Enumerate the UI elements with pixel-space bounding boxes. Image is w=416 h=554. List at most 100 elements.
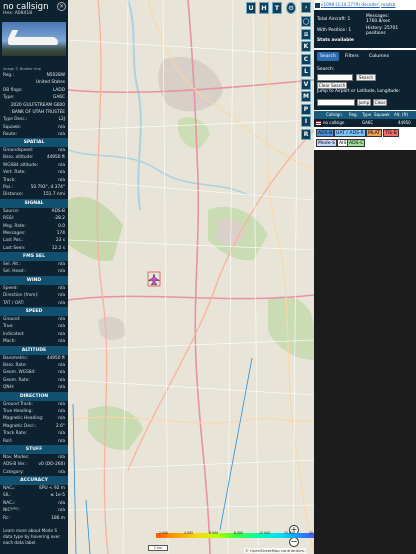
data-row: Baro. altitude: 44950 ft bbox=[0, 154, 68, 161]
data-key[interactable]: Pos.: bbox=[3, 184, 13, 191]
close-icon[interactable]: ✕ bbox=[57, 2, 66, 11]
search-button[interactable]: Search bbox=[356, 74, 376, 81]
data-key[interactable]: True Heading: bbox=[3, 408, 33, 415]
map-toggle-1[interactable]: ◯ bbox=[301, 16, 311, 27]
data-key[interactable]: Track Rate: bbox=[3, 430, 27, 437]
data-key[interactable]: Rc: bbox=[3, 515, 10, 522]
data-row: Vert. Rate: n/a bbox=[0, 169, 68, 176]
source-badge: ADS-B bbox=[316, 129, 335, 137]
data-row: Baro. Rate: n/a bbox=[0, 362, 68, 369]
data-key[interactable]: Direction (from): bbox=[3, 292, 39, 299]
learn-more-text: Learn more about Mode S data type by hov… bbox=[3, 528, 61, 545]
data-key[interactable]: RSSI: bbox=[3, 215, 14, 222]
data-key[interactable]: Ground: bbox=[3, 316, 20, 323]
data-value: n/a bbox=[58, 416, 65, 422]
col-type[interactable]: Type bbox=[362, 111, 371, 119]
version-link[interactable]: v1098 (3.14.1779) decoder: bbox=[321, 2, 380, 7]
data-key[interactable]: Distance: bbox=[3, 191, 23, 198]
tab-filters[interactable]: Filters bbox=[342, 52, 362, 61]
with-position: With Position: 1 bbox=[317, 28, 352, 33]
map-toggle-5[interactable]: L bbox=[301, 66, 311, 77]
search-input[interactable] bbox=[317, 74, 353, 81]
col-callsign[interactable]: Callsign bbox=[326, 111, 342, 119]
map-attribution[interactable]: © OpenStreetMap contributors. bbox=[244, 548, 307, 553]
tab-columns[interactable]: Columns bbox=[366, 52, 392, 61]
tab-search[interactable]: Search bbox=[317, 52, 339, 61]
map-button-u[interactable]: U bbox=[246, 2, 256, 14]
data-key[interactable]: Magnetic Heading: bbox=[3, 415, 43, 422]
map-toggle-3[interactable]: K bbox=[301, 41, 311, 52]
map-view[interactable]: U H T ⚙ + − 2 000 4 000 6 000 8 000 10 000 20… bbox=[68, 0, 314, 554]
data-row: Distance: 151.7 nmi bbox=[0, 191, 68, 198]
map-toggle-2[interactable]: ≡ bbox=[301, 28, 311, 40]
data-row: Last Seen: 12.2 s bbox=[0, 245, 68, 252]
map-button-h[interactable]: H bbox=[259, 2, 269, 14]
readsb-link[interactable]: readsb bbox=[381, 2, 395, 7]
data-key[interactable]: Vert. Rate: bbox=[3, 169, 26, 176]
data-key[interactable]: Groundspeed: bbox=[3, 147, 33, 154]
data-key[interactable]: SIL: bbox=[3, 492, 11, 499]
stats-available[interactable]: Stats available bbox=[317, 38, 354, 43]
pin-icon[interactable] bbox=[315, 2, 320, 8]
data-key[interactable]: Roll: bbox=[3, 438, 12, 445]
data-key[interactable]: Sel. Head.: bbox=[3, 268, 26, 275]
data-key[interactable]: Last Seen: bbox=[3, 245, 26, 252]
data-key[interactable]: True: bbox=[3, 323, 14, 330]
map-toggle-9[interactable]: I bbox=[301, 116, 311, 127]
row-alt: 44950 bbox=[398, 120, 411, 125]
data-key[interactable]: Geom. WGS84: bbox=[3, 369, 36, 376]
clear-search-button[interactable]: Clear Search bbox=[317, 82, 347, 89]
settings-gear-icon[interactable]: ⚙ bbox=[286, 2, 296, 14]
map-toggle-7[interactable]: M bbox=[301, 91, 311, 102]
data-key[interactable]: Indicated: bbox=[3, 331, 24, 338]
legend-tick: 2 000 bbox=[159, 531, 169, 535]
data-key[interactable]: Msg. Rate: bbox=[3, 223, 26, 230]
col-squawk[interactable]: Squawk bbox=[374, 111, 390, 119]
map-tiles[interactable] bbox=[68, 0, 314, 554]
data-key[interactable]: Baro. Rate: bbox=[3, 362, 27, 369]
data-key[interactable]: WGS84 altitude: bbox=[3, 162, 38, 169]
data-key[interactable]: ADS-B Ver.: bbox=[3, 461, 27, 468]
map-scale-bar: 2 km bbox=[148, 545, 168, 551]
detail-row: 2020 GULFSTREAM G600 bbox=[0, 102, 68, 109]
data-key[interactable]: NACᵥ: bbox=[3, 500, 15, 507]
data-key[interactable]: Baro. altitude: bbox=[3, 154, 33, 161]
col-alt[interactable]: Alt. (ft) bbox=[394, 111, 408, 119]
data-key[interactable]: Track: bbox=[3, 177, 16, 184]
map-toggle-8[interactable]: P bbox=[301, 103, 311, 115]
data-key[interactable]: Source: bbox=[3, 208, 19, 215]
data-key[interactable]: Geom. Rate: bbox=[3, 377, 30, 384]
data-key[interactable]: Magnetic Decl.: bbox=[3, 423, 36, 430]
data-value: n/a bbox=[58, 177, 65, 183]
jump-input[interactable] bbox=[317, 99, 355, 106]
col-reg[interactable]: Reg. bbox=[349, 111, 358, 119]
data-key[interactable]: Category: bbox=[3, 469, 24, 476]
data-row: TAT / OAT: n/a bbox=[0, 300, 68, 307]
data-key[interactable]: NICᴮᴬᴿᴼ: bbox=[3, 507, 20, 514]
data-value: n/a bbox=[58, 469, 65, 475]
data-key[interactable]: Last Pos.: bbox=[3, 237, 23, 244]
data-value: n/a bbox=[58, 339, 65, 345]
data-key[interactable]: QNH: bbox=[3, 384, 14, 391]
aircraft-photo[interactable] bbox=[2, 22, 66, 56]
data-key[interactable]: Mach: bbox=[3, 338, 16, 345]
data-key[interactable]: Barometric: bbox=[3, 355, 28, 362]
data-key[interactable]: Ground Track: bbox=[3, 401, 33, 408]
data-key[interactable]: NACₚ: bbox=[3, 485, 15, 492]
map-toggle-4[interactable]: C bbox=[301, 53, 311, 65]
map-toggle-6[interactable]: V bbox=[301, 78, 311, 90]
history-unit: positions bbox=[366, 31, 386, 36]
section-header: SIGNAL bbox=[0, 198, 68, 208]
data-key[interactable]: Messages: bbox=[3, 230, 26, 237]
table-row[interactable]: no callsign GA6C 44950 bbox=[314, 119, 416, 127]
search-label: Search: bbox=[317, 67, 335, 72]
map-toggle-10[interactable]: R bbox=[301, 128, 311, 140]
data-key[interactable]: Speed: bbox=[3, 285, 18, 292]
data-key[interactable]: TAT / OAT: bbox=[3, 300, 24, 307]
jump-button[interactable]: Jump bbox=[357, 99, 371, 106]
data-key[interactable]: Sel. Alt.: bbox=[3, 261, 21, 268]
nav-arrow-button[interactable]: › bbox=[301, 2, 311, 13]
map-button-t[interactable]: T bbox=[272, 2, 282, 14]
clear-jump-button[interactable]: Clear bbox=[373, 99, 387, 106]
data-key[interactable]: Nav. Modes: bbox=[3, 454, 29, 461]
